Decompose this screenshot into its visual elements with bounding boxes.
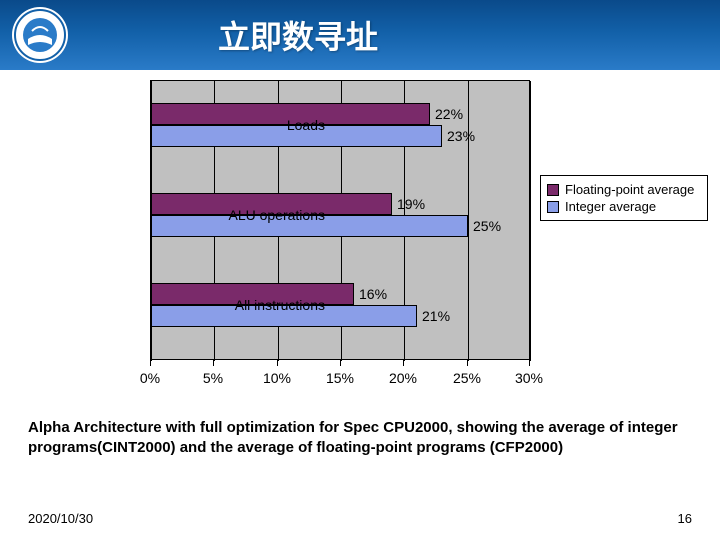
bar-label: 23% xyxy=(447,128,475,144)
bar-label: 25% xyxy=(473,218,501,234)
slide-header: 立即数寻址 xyxy=(0,0,720,70)
slide-title: 立即数寻址 xyxy=(218,12,378,58)
footer-page-number: 16 xyxy=(678,511,692,526)
grid-line xyxy=(468,81,469,361)
x-tick xyxy=(277,360,278,366)
logo-icon xyxy=(14,9,66,61)
y-tick-label: ALU operations xyxy=(228,207,325,223)
x-tick-label: 0% xyxy=(140,370,160,386)
bar-label: 16% xyxy=(359,286,387,302)
x-tick-label: 20% xyxy=(389,370,417,386)
legend-swatch-int xyxy=(547,201,559,213)
x-tick xyxy=(150,360,151,366)
y-tick-label: Loads xyxy=(287,117,325,133)
x-tick xyxy=(529,360,530,366)
x-tick-label: 25% xyxy=(453,370,481,386)
legend-swatch-fp xyxy=(547,184,559,196)
grid-line xyxy=(530,81,531,361)
bar-label: 19% xyxy=(397,196,425,212)
legend-item-int: Integer average xyxy=(547,199,701,214)
x-tick-label: 5% xyxy=(203,370,223,386)
chart-plot-area: 22% 23% 19% 25% 16% 21% xyxy=(150,80,530,360)
legend: Floating-point average Integer average xyxy=(540,175,708,221)
x-tick xyxy=(213,360,214,366)
university-logo xyxy=(12,7,68,63)
legend-item-fp: Floating-point average xyxy=(547,182,701,197)
chart-area: 22% 23% 19% 25% 16% 21% Loads ALU operat… xyxy=(0,70,720,400)
footer-date: 2020/10/30 xyxy=(28,511,93,526)
x-tick xyxy=(403,360,404,366)
slide-footer: 2020/10/30 16 xyxy=(0,511,720,526)
x-tick xyxy=(467,360,468,366)
x-tick-label: 10% xyxy=(263,370,291,386)
x-tick xyxy=(340,360,341,366)
x-tick-label: 15% xyxy=(326,370,354,386)
chart-caption: Alpha Architecture with full optimizatio… xyxy=(0,400,720,459)
legend-label: Integer average xyxy=(565,199,656,214)
bar-label: 21% xyxy=(422,308,450,324)
bar-label: 22% xyxy=(435,106,463,122)
legend-label: Floating-point average xyxy=(565,182,694,197)
x-tick-label: 30% xyxy=(515,370,543,386)
y-tick-label: All instructions xyxy=(235,297,325,313)
